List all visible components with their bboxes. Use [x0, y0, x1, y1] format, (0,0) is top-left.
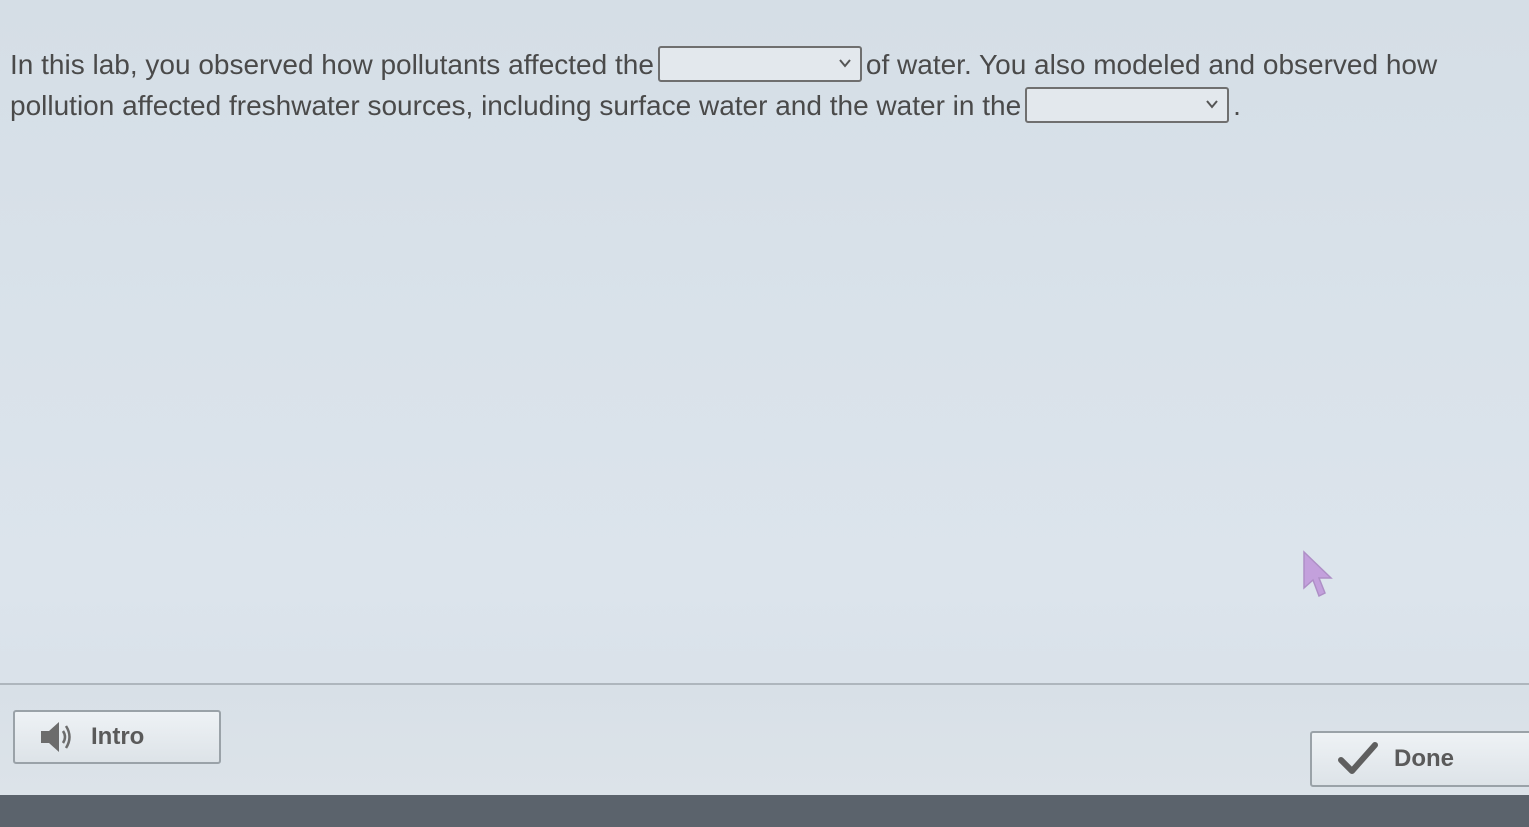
question-text-1b: of water. You also modeled and observed …	[865, 49, 1438, 80]
question-text-1a: In this lab, you observed how pollutants…	[10, 49, 654, 80]
done-button[interactable]: Done	[1310, 731, 1529, 787]
intro-button[interactable]: Intro	[13, 710, 221, 764]
question-line-2: pollution affected freshwater sources, i…	[10, 85, 1529, 126]
checkmark-icon	[1338, 741, 1378, 777]
dropdown-2[interactable]	[1025, 86, 1230, 123]
done-label: Done	[1394, 745, 1454, 772]
intro-label: Intro	[91, 723, 145, 750]
question-line-1: In this lab, you observed how pollutants…	[10, 44, 1529, 85]
question-text-2a: pollution affected freshwater sources, i…	[10, 90, 1022, 121]
chevron-down-icon	[838, 56, 852, 70]
speaker-icon	[37, 717, 77, 757]
chevron-down-icon	[1205, 97, 1219, 111]
dropdown-1[interactable]	[657, 45, 862, 82]
activity-panel: In this lab, you observed how pollutants…	[0, 0, 1529, 685]
taskbar	[0, 795, 1529, 827]
fill-in-question: In this lab, you observed how pollutants…	[10, 44, 1529, 126]
footer-bar: Intro Done	[0, 685, 1529, 795]
mouse-pointer-icon	[1300, 550, 1336, 600]
question-text-2b: .	[1233, 90, 1241, 121]
